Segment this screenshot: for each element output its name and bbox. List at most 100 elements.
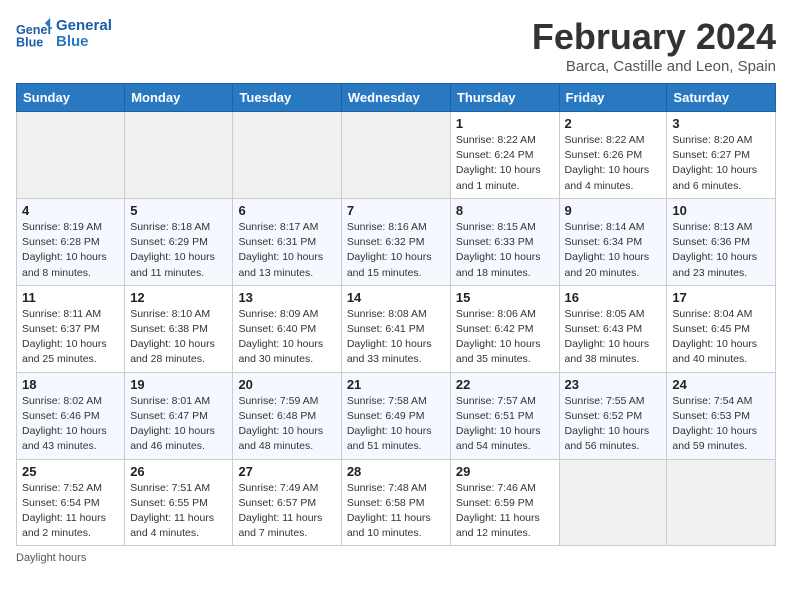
day-number: 22 — [456, 377, 554, 392]
day-cell: 28Sunrise: 7:48 AM Sunset: 6:58 PM Dayli… — [341, 459, 450, 546]
col-header-saturday: Saturday — [667, 84, 776, 112]
day-number: 12 — [130, 290, 227, 305]
week-row-3: 11 Sunrise: 8:11 AM Sunset: 6:37 PM Dayli… — [17, 285, 776, 372]
day-info: Sunrise: 8:02 AM Sunset: 6:46 PM Dayligh… — [22, 394, 119, 455]
day-number: 1 — [456, 116, 554, 131]
day-info: Sunrise: 7:59 AM Sunset: 6:48 PM Dayligh… — [238, 394, 335, 455]
day-info: Sunrise: 7:48 AM Sunset: 6:58 PM Dayligh… — [347, 481, 445, 542]
day-info: Sunrise: 8:17 AM Sunset: 6:31 PM Dayligh… — [238, 220, 335, 281]
day-cell: 18 Sunrise: 8:02 AM Sunset: 6:46 PM Dayli… — [17, 372, 125, 459]
logo: General Blue General Blue — [16, 16, 112, 52]
day-cell: 10 Sunrise: 8:13 AM Sunset: 6:36 PM Dayli… — [667, 198, 776, 285]
day-info: Sunrise: 8:08 AM Sunset: 6:41 PM Dayligh… — [347, 307, 445, 368]
day-cell: 17 Sunrise: 8:04 AM Sunset: 6:45 PM Dayli… — [667, 285, 776, 372]
day-cell: 5 Sunrise: 8:18 AM Sunset: 6:29 PM Daylig… — [125, 198, 233, 285]
col-header-tuesday: Tuesday — [233, 84, 341, 112]
day-info: Sunrise: 8:16 AM Sunset: 6:32 PM Dayligh… — [347, 220, 445, 281]
calendar-table: SundayMondayTuesdayWednesdayThursdayFrid… — [16, 83, 776, 546]
day-cell: 26 Sunrise: 7:51 AM Sunset: 6:55 PM Dayli… — [125, 459, 233, 546]
day-cell: 15Sunrise: 8:06 AM Sunset: 6:42 PM Dayli… — [450, 285, 559, 372]
day-info: Sunrise: 8:22 AM Sunset: 6:26 PM Dayligh… — [565, 133, 662, 194]
location-subtitle: Barca, Castille and Leon, Spain — [532, 58, 776, 75]
day-cell: 2 Sunrise: 8:22 AM Sunset: 6:26 PM Daylig… — [559, 112, 667, 199]
day-cell — [341, 112, 450, 199]
day-info: Sunrise: 8:13 AM Sunset: 6:36 PM Dayligh… — [672, 220, 770, 281]
day-cell: 11 Sunrise: 8:11 AM Sunset: 6:37 PM Dayli… — [17, 285, 125, 372]
day-number: 23 — [565, 377, 662, 392]
day-number: 8 — [456, 203, 554, 218]
day-cell: 7 Sunrise: 8:16 AM Sunset: 6:32 PM Daylig… — [341, 198, 450, 285]
day-number: 10 — [672, 203, 770, 218]
svg-text:Blue: Blue — [16, 36, 43, 50]
footer: Daylight hours — [16, 552, 776, 564]
day-cell: 3Sunrise: 8:20 AM Sunset: 6:27 PM Daylig… — [667, 112, 776, 199]
day-info: Sunrise: 8:19 AM Sunset: 6:28 PM Dayligh… — [22, 220, 119, 281]
day-number: 2 — [565, 116, 662, 131]
week-row-4: 18 Sunrise: 8:02 AM Sunset: 6:46 PM Dayli… — [17, 372, 776, 459]
week-row-2: 4 Sunrise: 8:19 AM Sunset: 6:28 PM Daylig… — [17, 198, 776, 285]
title-block: February 2024 Barca, Castille and Leon, … — [532, 16, 776, 75]
week-row-5: 25 Sunrise: 7:52 AM Sunset: 6:54 PM Dayli… — [17, 459, 776, 546]
day-info: Sunrise: 8:14 AM Sunset: 6:34 PM Dayligh… — [565, 220, 662, 281]
day-cell: 27 Sunrise: 7:49 AM Sunset: 6:57 PM Dayli… — [233, 459, 341, 546]
week-row-1: 1 Sunrise: 8:22 AM Sunset: 6:24 PM Daylig… — [17, 112, 776, 199]
logo-blue: Blue — [56, 34, 112, 51]
calendar-header-row: SundayMondayTuesdayWednesdayThursdayFrid… — [17, 84, 776, 112]
day-cell: 12 Sunrise: 8:10 AM Sunset: 6:38 PM Dayli… — [125, 285, 233, 372]
month-title: February 2024 — [532, 16, 776, 58]
day-info: Sunrise: 8:11 AM Sunset: 6:37 PM Dayligh… — [22, 307, 119, 368]
day-info: Sunrise: 7:58 AM Sunset: 6:49 PM Dayligh… — [347, 394, 445, 455]
day-number: 29 — [456, 464, 554, 479]
day-cell: 16Sunrise: 8:05 AM Sunset: 6:43 PM Dayli… — [559, 285, 667, 372]
day-info: Sunrise: 7:49 AM Sunset: 6:57 PM Dayligh… — [238, 481, 335, 542]
day-cell: 6 Sunrise: 8:17 AM Sunset: 6:31 PM Daylig… — [233, 198, 341, 285]
day-info: Sunrise: 8:09 AM Sunset: 6:40 PM Dayligh… — [238, 307, 335, 368]
day-number: 13 — [238, 290, 335, 305]
day-number: 7 — [347, 203, 445, 218]
day-info: Sunrise: 7:54 AM Sunset: 6:53 PM Dayligh… — [672, 394, 770, 455]
day-info: Sunrise: 8:04 AM Sunset: 6:45 PM Dayligh… — [672, 307, 770, 368]
day-cell: 9 Sunrise: 8:14 AM Sunset: 6:34 PM Daylig… — [559, 198, 667, 285]
day-cell: 13 Sunrise: 8:09 AM Sunset: 6:40 PM Dayli… — [233, 285, 341, 372]
day-number: 14 — [347, 290, 445, 305]
col-header-sunday: Sunday — [17, 84, 125, 112]
day-number: 6 — [238, 203, 335, 218]
day-number: 17 — [672, 290, 770, 305]
day-number: 24 — [672, 377, 770, 392]
day-number: 27 — [238, 464, 335, 479]
day-number: 19 — [130, 377, 227, 392]
day-cell: 21Sunrise: 7:58 AM Sunset: 6:49 PM Dayli… — [341, 372, 450, 459]
day-number: 5 — [130, 203, 227, 218]
day-info: Sunrise: 8:20 AM Sunset: 6:27 PM Dayligh… — [672, 133, 770, 194]
day-number: 9 — [565, 203, 662, 218]
day-cell — [233, 112, 341, 199]
day-cell: 14 Sunrise: 8:08 AM Sunset: 6:41 PM Dayli… — [341, 285, 450, 372]
day-cell: 24 Sunrise: 7:54 AM Sunset: 6:53 PM Dayli… — [667, 372, 776, 459]
col-header-wednesday: Wednesday — [341, 84, 450, 112]
logo-icon: General Blue — [16, 16, 52, 52]
day-number: 16 — [565, 290, 662, 305]
day-number: 11 — [22, 290, 119, 305]
day-info: Sunrise: 8:18 AM Sunset: 6:29 PM Dayligh… — [130, 220, 227, 281]
day-number: 4 — [22, 203, 119, 218]
day-info: Sunrise: 8:01 AM Sunset: 6:47 PM Dayligh… — [130, 394, 227, 455]
day-number: 25 — [22, 464, 119, 479]
day-cell — [125, 112, 233, 199]
logo-general: General — [56, 18, 112, 35]
day-info: Sunrise: 7:52 AM Sunset: 6:54 PM Dayligh… — [22, 481, 119, 542]
day-cell: 8 Sunrise: 8:15 AM Sunset: 6:33 PM Daylig… — [450, 198, 559, 285]
day-info: Sunrise: 8:15 AM Sunset: 6:33 PM Dayligh… — [456, 220, 554, 281]
day-number: 18 — [22, 377, 119, 392]
day-cell: 20Sunrise: 7:59 AM Sunset: 6:48 PM Dayli… — [233, 372, 341, 459]
day-cell: 22Sunrise: 7:57 AM Sunset: 6:51 PM Dayli… — [450, 372, 559, 459]
col-header-monday: Monday — [125, 84, 233, 112]
day-number: 26 — [130, 464, 227, 479]
day-cell — [17, 112, 125, 199]
day-cell — [667, 459, 776, 546]
day-info: Sunrise: 8:22 AM Sunset: 6:24 PM Dayligh… — [456, 133, 554, 194]
day-cell: 1 Sunrise: 8:22 AM Sunset: 6:24 PM Daylig… — [450, 112, 559, 199]
col-header-thursday: Thursday — [450, 84, 559, 112]
day-info: Sunrise: 7:51 AM Sunset: 6:55 PM Dayligh… — [130, 481, 227, 542]
day-number: 15 — [456, 290, 554, 305]
day-info: Sunrise: 8:10 AM Sunset: 6:38 PM Dayligh… — [130, 307, 227, 368]
